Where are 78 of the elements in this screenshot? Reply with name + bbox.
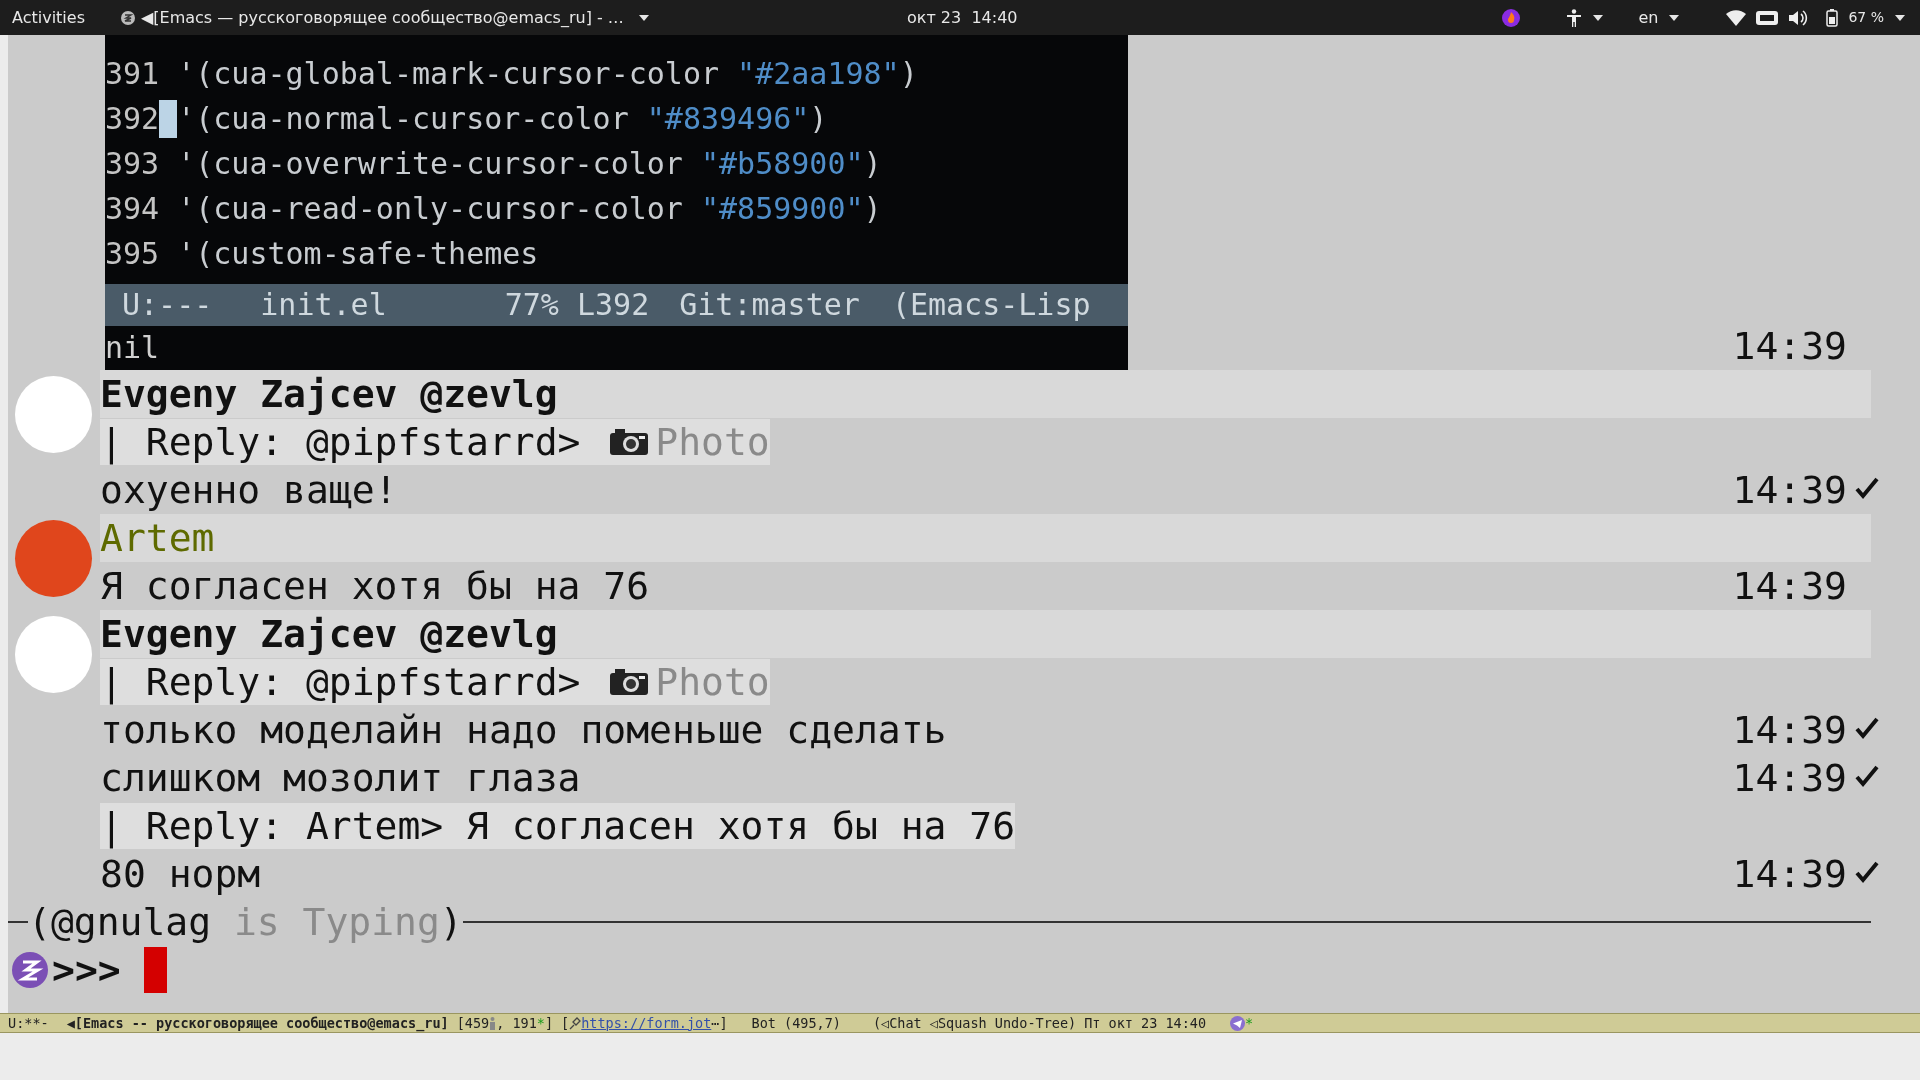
check-icon <box>1854 763 1880 789</box>
typing-indicator: (@gnulag is Typing) <box>28 900 463 944</box>
reply-quote[interactable]: | Reply: @pipfstarrd> Photo <box>100 419 770 465</box>
message-time: 14:39 <box>1732 564 1847 608</box>
code-line: '(cua-read-only-cursor-color "#859900") <box>177 189 882 228</box>
message-time: 14:39 <box>1732 468 1847 512</box>
line-number: 395 <box>105 234 160 273</box>
camera-icon <box>609 667 650 697</box>
mode-line-item: U:--- <box>122 286 213 324</box>
check-icon <box>1854 715 1880 741</box>
accessibility-icon[interactable] <box>1566 8 1583 27</box>
message-text: только моделайн надо поменьше сделать <box>100 708 948 752</box>
caret-icon <box>1592 13 1605 22</box>
line-number: 391 <box>105 54 160 93</box>
message-text: охуенно ваще! <box>100 468 399 512</box>
member-count: [459 <box>456 1013 490 1033</box>
line-number: 393 <box>105 144 160 183</box>
clock[interactable]: окт 23 14:40 <box>907 5 1018 30</box>
code-line: '(cua-normal-cursor-color "#839496") <box>177 99 828 138</box>
code-line: '(custom-safe-themes <box>177 234 539 273</box>
message-time: 14:39 <box>1732 756 1847 800</box>
code-line: '(cua-overwrite-cursor-color "#b58900") <box>177 144 882 183</box>
telegram-icon <box>1230 1015 1246 1031</box>
pin-icon <box>569 1016 582 1030</box>
check-icon <box>1854 475 1880 501</box>
buffer-status: U:**- <box>8 1013 49 1033</box>
mode-line-datetime: Пт окт 23 14:40 <box>1084 1013 1207 1033</box>
flame-icon[interactable] <box>1502 8 1521 27</box>
reply-text: | Reply: @pipfstarrd> <box>100 660 582 704</box>
emacs-logo-icon <box>12 952 48 988</box>
volume-icon[interactable] <box>1788 8 1809 27</box>
media-label: Photo <box>655 420 770 464</box>
input-field[interactable] <box>143 947 167 993</box>
line-number: 394 <box>105 189 160 228</box>
line-number: 392 <box>105 99 160 138</box>
bracket-text: ⋯] <box>711 1013 728 1033</box>
app-icon <box>121 10 135 25</box>
mode-line-item: 77% L392 <box>504 286 650 324</box>
message-time: 14:39 <box>1732 852 1847 896</box>
code-line: '(cua-global-mark-cursor-color "#2aa198") <box>177 54 918 93</box>
caret-icon <box>637 13 650 22</box>
language-indicator[interactable]: en <box>1638 5 1659 30</box>
battery-percentage[interactable]: 67 % <box>1848 7 1884 28</box>
mode-line-item: (Emacs-Lisp <box>891 286 1091 324</box>
mode-line-item: Git:master <box>679 286 860 324</box>
echo-area-text: nil <box>105 329 160 367</box>
reply-text: | Reply: @pipfstarrd> <box>100 420 582 464</box>
sender-name[interactable]: Evgeny Zajcev @zevlg <box>100 612 558 656</box>
activities-button[interactable]: Activities <box>12 5 85 30</box>
media-label: Photo <box>655 660 770 704</box>
unread-mark: * <box>536 1013 545 1033</box>
buffer-position: Bot (495,7) <box>751 1013 841 1033</box>
caret-icon <box>1894 13 1906 22</box>
online-count: , 191 <box>496 1013 537 1033</box>
major-modes: (◁Chat ◁Squash Undo-Tree) <box>872 1013 1077 1033</box>
reply-quote[interactable]: | Reply: Artem> Я согласен хотя бы на 76 <box>100 803 1016 849</box>
buffer-name: ◀[Emacs -- русскоговорящее сообщество@emacs_ru] <box>66 1013 449 1034</box>
battery-icon[interactable] <box>1826 8 1839 27</box>
app-menu-title[interactable]: ◀[Emacs — русскоговорящее сообщество@emacs_ru] - … <box>141 5 624 30</box>
mode-line-item: init.el <box>260 286 387 324</box>
pinned-link[interactable]: https://form.jot <box>581 1012 712 1034</box>
bracket-text: ] <box>544 1013 554 1033</box>
message-time: 14:39 <box>1732 708 1847 752</box>
wifi-icon[interactable] <box>1726 9 1747 26</box>
message-text: Я согласен хотя бы на 76 <box>100 564 651 608</box>
message-text: 80 норм <box>100 852 262 896</box>
input-prompt: >>> <box>52 948 121 992</box>
sender-name[interactable]: Artem <box>100 516 215 560</box>
sender-name[interactable]: Evgeny Zajcev @zevlg <box>100 372 558 416</box>
caret-icon <box>1668 13 1681 22</box>
unread-mark: * <box>1245 1013 1254 1033</box>
reply-quote[interactable]: | Reply: @pipfstarrd> Photo <box>100 659 770 705</box>
person-icon <box>489 1016 497 1030</box>
message-text: слишком мозолит глаза <box>100 756 582 800</box>
bracket-text: [ <box>561 1013 570 1033</box>
message-time: 14:39 <box>1732 324 1847 368</box>
check-icon <box>1854 859 1880 885</box>
camera-icon <box>609 427 650 457</box>
